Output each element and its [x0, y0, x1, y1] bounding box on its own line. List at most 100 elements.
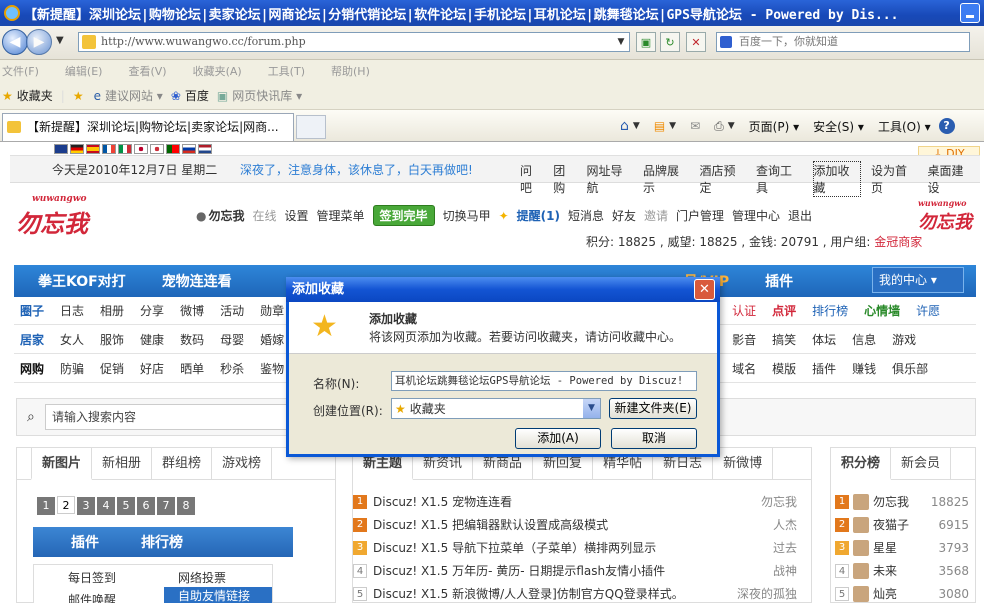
- address-dropdown-icon[interactable]: ▼: [614, 33, 628, 51]
- favorites-button[interactable]: 收藏夹: [17, 87, 53, 104]
- search-icon[interactable]: ⌕: [27, 409, 35, 425]
- address-input[interactable]: http://www.wuwangwo.cc/forum.php: [78, 32, 630, 52]
- menu-tools[interactable]: 工具(T): [268, 63, 305, 79]
- page-menu[interactable]: 页面(P) ▾: [749, 118, 799, 135]
- rank-row[interactable]: 5 灿亮 3080: [835, 582, 975, 603]
- toplink-desktop[interactable]: 桌面建设: [928, 162, 975, 196]
- new-folder-button[interactable]: 新建文件夹(E): [609, 398, 697, 419]
- back-button[interactable]: ◀: [2, 29, 28, 55]
- toplink-wenba[interactable]: 问吧: [520, 162, 543, 196]
- chevron-down-icon[interactable]: ▼: [583, 399, 600, 418]
- name-input[interactable]: 耳机论坛跳舞毯论坛GPS导航论坛 - Powered by Discuz!: [391, 371, 697, 391]
- flag-uk-icon[interactable]: [54, 144, 68, 154]
- tab-new-pictures[interactable]: 新图片: [31, 447, 93, 480]
- tab-groups[interactable]: 群组榜: [152, 447, 213, 480]
- flag-de-icon[interactable]: [70, 144, 84, 154]
- tab-new-weibo[interactable]: 新微博: [713, 447, 774, 480]
- nav-plugin[interactable]: 插件: [765, 271, 793, 291]
- add-button[interactable]: 添加(A): [515, 428, 601, 449]
- dialog-close-icon[interactable]: ✕: [694, 279, 715, 300]
- toplink-tuangou[interactable]: 团购: [553, 162, 576, 196]
- sign-in-done-button[interactable]: 签到完毕: [372, 205, 435, 226]
- search-input[interactable]: 百度一下，你就知道: [716, 32, 970, 52]
- site-logo-small[interactable]: wuwangwo 勿忘我: [918, 198, 982, 238]
- fav-baidu[interactable]: 百度: [185, 87, 209, 104]
- username-link[interactable]: 勿忘我: [208, 207, 244, 224]
- stop-icon[interactable]: ✕: [686, 32, 706, 52]
- tab-ranking[interactable]: 排行榜: [141, 532, 183, 552]
- plugin-mail[interactable]: 邮件唤醒: [68, 591, 116, 603]
- flag-nl-icon[interactable]: [198, 144, 212, 154]
- sms-link[interactable]: 短消息: [568, 207, 604, 224]
- home-icon[interactable]: ⌂: [620, 118, 629, 134]
- thread-row[interactable]: 2 Discuz! X1.5 把编辑器默认设置成高级模式 人杰: [353, 513, 797, 536]
- flag-ru-icon[interactable]: [182, 144, 196, 154]
- minimize-button[interactable]: [960, 3, 980, 23]
- fav-web-slice[interactable]: 网页快讯库 ▾: [232, 87, 302, 104]
- location-select[interactable]: ★ 收藏夹 ▼: [391, 398, 601, 419]
- switch-vest-link[interactable]: 切换马甲: [443, 207, 491, 224]
- flag-jp-icon[interactable]: [134, 144, 148, 154]
- logout-link[interactable]: 退出: [788, 207, 812, 224]
- mail-icon[interactable]: ✉: [690, 119, 700, 133]
- admin-center-link[interactable]: 管理中心: [732, 207, 780, 224]
- usergroup-link[interactable]: 金冠商家: [874, 235, 922, 249]
- cancel-button[interactable]: 取消: [611, 428, 697, 449]
- browser-tab-active[interactable]: 【新提醒】深圳论坛|购物论坛|卖家论坛|网商...: [2, 113, 294, 141]
- my-center-dropdown[interactable]: 我的中心 ▾: [872, 267, 964, 293]
- menu-favorites[interactable]: 收藏夹(A): [193, 63, 242, 79]
- flag-kr-icon[interactable]: [150, 144, 164, 154]
- rank-row[interactable]: 4 未来 3568: [835, 559, 975, 582]
- site-logo[interactable]: wuwangwo 勿忘我: [16, 194, 116, 238]
- settings-link[interactable]: 设置: [285, 207, 309, 224]
- fav-suggested-sites[interactable]: 建议网站 ▾: [105, 87, 163, 104]
- toplink-add-favorite[interactable]: 添加收藏: [812, 161, 861, 197]
- toplink-homepage[interactable]: 设为首页: [871, 162, 918, 196]
- tab-credit-rank[interactable]: 积分榜: [831, 447, 892, 480]
- new-tab-button[interactable]: [296, 115, 326, 139]
- safety-menu[interactable]: 安全(S) ▾: [813, 118, 864, 135]
- menu-file[interactable]: 文件(F): [2, 63, 39, 79]
- flag-pt-icon[interactable]: [166, 144, 180, 154]
- rank-row[interactable]: 1 勿忘我 18825: [835, 490, 975, 513]
- plugin-daily-sign[interactable]: 每日签到: [68, 569, 116, 586]
- plugin-vote[interactable]: 网络投票: [178, 569, 226, 586]
- refresh-icon[interactable]: ↻: [660, 32, 680, 52]
- tab-plugins[interactable]: 插件: [71, 532, 99, 552]
- flag-fr-icon[interactable]: [102, 144, 116, 154]
- nav-kof[interactable]: 拳王KOF对打: [38, 271, 126, 291]
- thread-row[interactable]: 4 Discuz! X1.5 万年历- 黄历- 日期提示flash友情小插件 战神: [353, 559, 797, 582]
- tab-new-members[interactable]: 新会员: [891, 447, 952, 480]
- toplink-nav[interactable]: 网址导航: [587, 162, 634, 196]
- compat-view-icon[interactable]: ▣: [636, 32, 656, 52]
- history-dropdown-icon[interactable]: ▼: [56, 35, 64, 46]
- add-favorite-icon[interactable]: ★: [73, 89, 84, 103]
- tab-new-albums[interactable]: 新相册: [92, 447, 153, 480]
- tab-games[interactable]: 游戏榜: [212, 447, 273, 480]
- toplink-hotel[interactable]: 酒店预定: [700, 162, 747, 196]
- print-icon[interactable]: ⎙: [714, 119, 724, 134]
- menu-help[interactable]: 帮助(H): [331, 63, 370, 79]
- plugin-friend-link[interactable]: 自助友情链接: [164, 587, 272, 603]
- friends-link[interactable]: 好友: [612, 207, 636, 224]
- portal-admin-link[interactable]: 门户管理: [676, 207, 724, 224]
- rank-row[interactable]: 3 星星 3793: [835, 536, 975, 559]
- toplink-brand[interactable]: 品牌展示: [643, 162, 690, 196]
- thread-row[interactable]: 1 Discuz! X1.5 宠物连连看 勿忘我: [353, 490, 797, 513]
- tools-menu[interactable]: 工具(O) ▾: [878, 118, 931, 135]
- rank-row[interactable]: 2 夜猫子 6915: [835, 513, 975, 536]
- invite-link[interactable]: 邀请: [644, 207, 668, 224]
- nav-pet[interactable]: 宠物连连看: [162, 271, 232, 291]
- rss-icon[interactable]: ▤: [654, 119, 665, 133]
- thread-row[interactable]: 5 Discuz! X1.5 新浪微博/人人登录]仿制官方QQ登录样式。 深夜的孤独: [353, 582, 797, 603]
- admin-menu[interactable]: 管理菜单: [317, 207, 365, 224]
- remind-link[interactable]: 提醒(1): [517, 207, 560, 224]
- thread-row[interactable]: 3 Discuz! X1.5 导航下拉菜单（子菜单）横排两列显示 过去: [353, 536, 797, 559]
- forward-button[interactable]: ▶: [26, 29, 52, 55]
- flag-es-icon[interactable]: [86, 144, 100, 154]
- toplink-query[interactable]: 查询工具: [756, 162, 803, 196]
- menu-edit[interactable]: 编辑(E): [65, 63, 103, 79]
- flag-it-icon[interactable]: [118, 144, 132, 154]
- menu-view[interactable]: 查看(V): [128, 63, 166, 79]
- help-icon[interactable]: ?: [938, 118, 955, 134]
